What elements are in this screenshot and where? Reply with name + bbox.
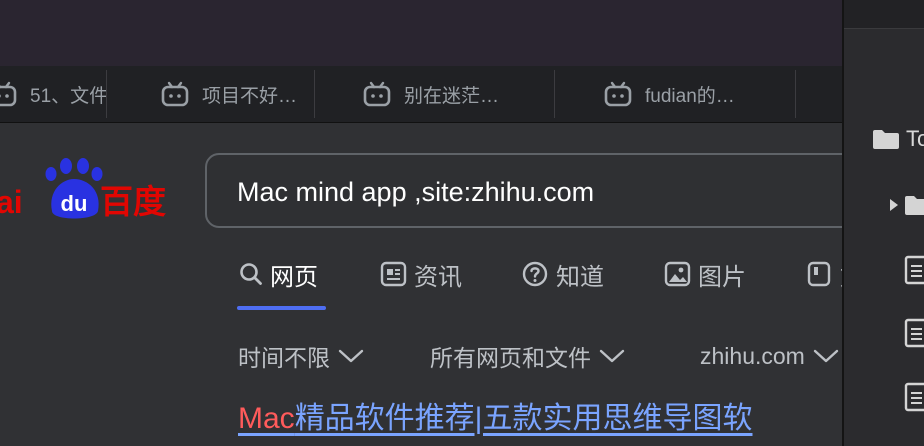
bilibili-tv-icon — [604, 81, 632, 107]
tab-more[interactable]: 文 — [806, 256, 842, 292]
tab-images[interactable]: 图片 — [664, 256, 746, 292]
logo-du-text: du — [61, 191, 88, 216]
bilibili-tv-icon — [161, 81, 189, 107]
active-tab-indicator — [237, 306, 326, 310]
tab-images-label: 图片 — [698, 263, 746, 291]
tab-zhidao-label: 知道 — [556, 263, 604, 291]
tab-news[interactable]: 资讯 — [380, 256, 462, 292]
result-title-text: 精品软件推荐|五款实用思维导图软 — [294, 402, 753, 435]
site-filter-dropdown[interactable]: zhihu.com — [700, 339, 839, 373]
window-top-area — [0, 0, 842, 66]
search-query: Mac mind app ,site:zhihu.com — [237, 177, 595, 207]
caret-right-icon — [890, 199, 898, 211]
question-icon — [522, 261, 548, 287]
browser-tab-4[interactable]: fudian的… — [603, 66, 795, 122]
tab-separator — [554, 70, 555, 118]
time-filter-dropdown[interactable]: 时间不限 — [238, 339, 364, 373]
result-highlight-text: Mac — [238, 402, 295, 435]
folder-icon — [873, 130, 899, 149]
time-filter-label: 时间不限 — [238, 345, 330, 371]
logo-ai-text: ai — [0, 184, 23, 220]
tree-file-row[interactable] — [904, 382, 924, 412]
bilibili-tv-icon — [363, 81, 391, 107]
file-icon — [904, 318, 924, 348]
search-result-title-link[interactable]: Mac精品软件推荐|五款实用思维导图软 — [238, 393, 752, 437]
right-sidebar-panel: To — [844, 0, 924, 446]
chevron-down-icon — [338, 349, 364, 363]
tab-web-label: 网页 — [270, 263, 318, 291]
tab-bar: 51、文件 项目不好… 别在迷茫… fudian的… — [0, 66, 842, 123]
image-icon — [664, 261, 691, 287]
news-icon — [380, 261, 407, 287]
file-icon — [904, 255, 924, 285]
document-icon — [807, 261, 831, 287]
tab-title: 51、文件 — [30, 85, 106, 107]
baidu-search-page: du ai 百度 Mac mind app ,site:zhihu.com 网页… — [0, 123, 842, 446]
site-filter-label: zhihu.com — [700, 342, 805, 369]
browser-tab-2[interactable]: 项目不好… — [160, 66, 314, 122]
tab-title: 项目不好… — [202, 85, 298, 107]
tab-zhidao[interactable]: 知道 — [522, 256, 604, 292]
baidu-logo[interactable]: du ai 百度 — [0, 157, 180, 227]
tab-separator — [314, 70, 315, 118]
tab-title: 别在迷茫… — [404, 85, 500, 107]
bilibili-tv-icon — [0, 81, 17, 107]
search-icon — [240, 263, 262, 285]
search-input[interactable]: Mac mind app ,site:zhihu.com — [205, 153, 842, 228]
tab-web[interactable]: 网页 — [238, 256, 318, 292]
tab-news-label: 资讯 — [414, 263, 462, 291]
logo-baidu-cn-text: 百度 — [100, 182, 166, 221]
filetype-filter-label: 所有网页和文件 — [430, 345, 591, 371]
file-icon — [904, 382, 924, 412]
tab-title: fudian的… — [645, 85, 735, 107]
chevron-down-icon — [813, 349, 839, 363]
browser-tab-1[interactable]: 51、文件 — [0, 66, 106, 122]
chevron-down-icon — [599, 349, 625, 363]
tree-folder-row[interactable]: To — [872, 126, 924, 152]
tree-subfolder-row[interactable] — [888, 194, 924, 216]
tab-separator — [106, 70, 107, 118]
filetype-filter-dropdown[interactable]: 所有网页和文件 — [430, 339, 625, 373]
tab-separator — [795, 70, 796, 118]
right-panel-header — [844, 0, 924, 29]
tree-file-row[interactable] — [904, 318, 924, 348]
folder-icon — [905, 196, 924, 215]
tree-file-row[interactable] — [904, 255, 924, 285]
tree-folder-label: To — [906, 126, 924, 151]
browser-tab-3[interactable]: 别在迷茫… — [362, 66, 554, 122]
